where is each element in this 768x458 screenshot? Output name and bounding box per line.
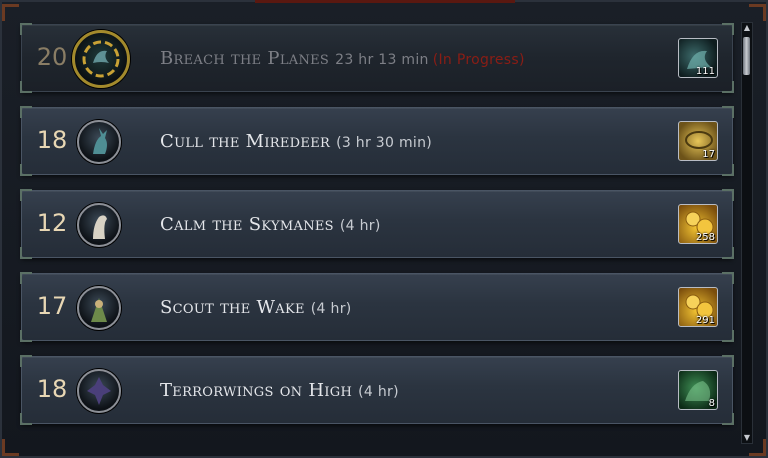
mission-duration: (4 hr) <box>339 218 381 234</box>
row-corner-ornament <box>722 189 734 201</box>
reward-count: 17 <box>702 149 715 160</box>
mission-level: 18 <box>36 126 68 154</box>
mission-status: (In Progress) <box>432 52 525 68</box>
gold-coins-reward-icon[interactable]: 258 <box>678 204 718 244</box>
frame-corner-ornament <box>2 439 19 456</box>
row-corner-ornament <box>20 413 32 425</box>
row-corner-ornament <box>20 23 32 35</box>
mission-row-cull-the-miredeer[interactable]: 18 Cull the Miredeer (3 hr 30 min) 17 <box>20 106 734 176</box>
row-corner-ornament <box>20 247 32 259</box>
row-corner-ornament <box>722 413 734 425</box>
mission-title-line: Terrorwings on High (4 hr) <box>160 380 399 401</box>
mission-title: Terrorwings on High <box>160 380 353 401</box>
reward-count: 111 <box>695 66 715 77</box>
scrollbar-thumb[interactable] <box>743 37 750 75</box>
mission-duration: (3 hr 30 min) <box>336 135 433 151</box>
row-corner-ornament <box>722 106 734 118</box>
mission-level: 12 <box>36 209 68 237</box>
row-corner-ornament <box>722 272 734 284</box>
mission-level: 17 <box>36 292 68 320</box>
bat-creature-portrait-icon <box>77 369 121 413</box>
mission-title-line: Cull the Miredeer (3 hr 30 min) <box>160 131 432 152</box>
reward-count: 291 <box>695 315 715 326</box>
row-corner-ornament <box>722 247 734 259</box>
row-corner-ornament <box>20 272 32 284</box>
mission-level: 20 <box>36 43 68 71</box>
mission-row-breach-the-planes[interactable]: 20 Breach the Planes 23 hr 13 min (In Prog… <box>20 23 734 93</box>
row-corner-ornament <box>20 106 32 118</box>
window-top-accent <box>255 0 515 3</box>
reward-count: 8 <box>708 398 715 409</box>
frame-corner-ornament <box>2 4 19 21</box>
frame-corner-ornament <box>749 4 766 21</box>
scrollbar[interactable]: ▲ ▼ <box>741 22 753 444</box>
teal-creature-reward-icon[interactable]: 111 <box>678 38 718 78</box>
reward-count: 258 <box>695 232 715 243</box>
row-corner-ornament <box>722 355 734 367</box>
mission-title: Scout the Wake <box>160 297 305 318</box>
mission-title-line: Breach the Planes 23 hr 13 min (In Progres… <box>160 48 525 69</box>
row-corner-ornament <box>20 189 32 201</box>
mission-row-scout-the-wake[interactable]: 17 Scout the Wake (4 hr) 291 <box>20 272 734 342</box>
row-corner-ornament <box>20 164 32 176</box>
mission-duration: 23 hr 13 min <box>335 52 429 68</box>
row-corner-ornament <box>722 330 734 342</box>
gold-coin-reward-icon[interactable]: 17 <box>678 121 718 161</box>
gold-coins-reward-icon[interactable]: 291 <box>678 287 718 327</box>
gold-dragon-portrait-icon <box>72 30 130 88</box>
mission-duration: (4 hr) <box>310 301 352 317</box>
mission-title-line: Calm the Skymanes (4 hr) <box>160 214 381 235</box>
mission-duration: (4 hr) <box>358 384 399 400</box>
row-corner-ornament <box>20 81 32 93</box>
scroll-down-arrow-icon[interactable]: ▼ <box>742 433 752 443</box>
row-corner-ornament <box>722 81 734 93</box>
mission-title-line: Scout the Wake (4 hr) <box>160 297 352 318</box>
mission-row-calm-the-skymanes[interactable]: 12 Calm the Skymanes (4 hr) 258 <box>20 189 734 259</box>
scroll-up-arrow-icon[interactable]: ▲ <box>742 23 752 33</box>
stag-portrait-icon <box>77 120 121 164</box>
row-corner-ornament <box>722 164 734 176</box>
scout-portrait-icon <box>77 286 121 330</box>
mission-title: Calm the Skymanes <box>160 214 334 235</box>
horse-portrait-icon <box>77 203 121 247</box>
mission-row-terrorwings-on-high[interactable]: 18 Terrorwings on High (4 hr) 8 <box>20 355 734 425</box>
mission-level: 18 <box>36 375 68 403</box>
row-corner-ornament <box>722 23 734 35</box>
green-creature-reward-icon[interactable]: 8 <box>678 370 718 410</box>
row-corner-ornament <box>20 355 32 367</box>
mission-title: Breach the Planes <box>160 48 330 69</box>
row-corner-ornament <box>20 330 32 342</box>
mission-title: Cull the Miredeer <box>160 131 331 152</box>
